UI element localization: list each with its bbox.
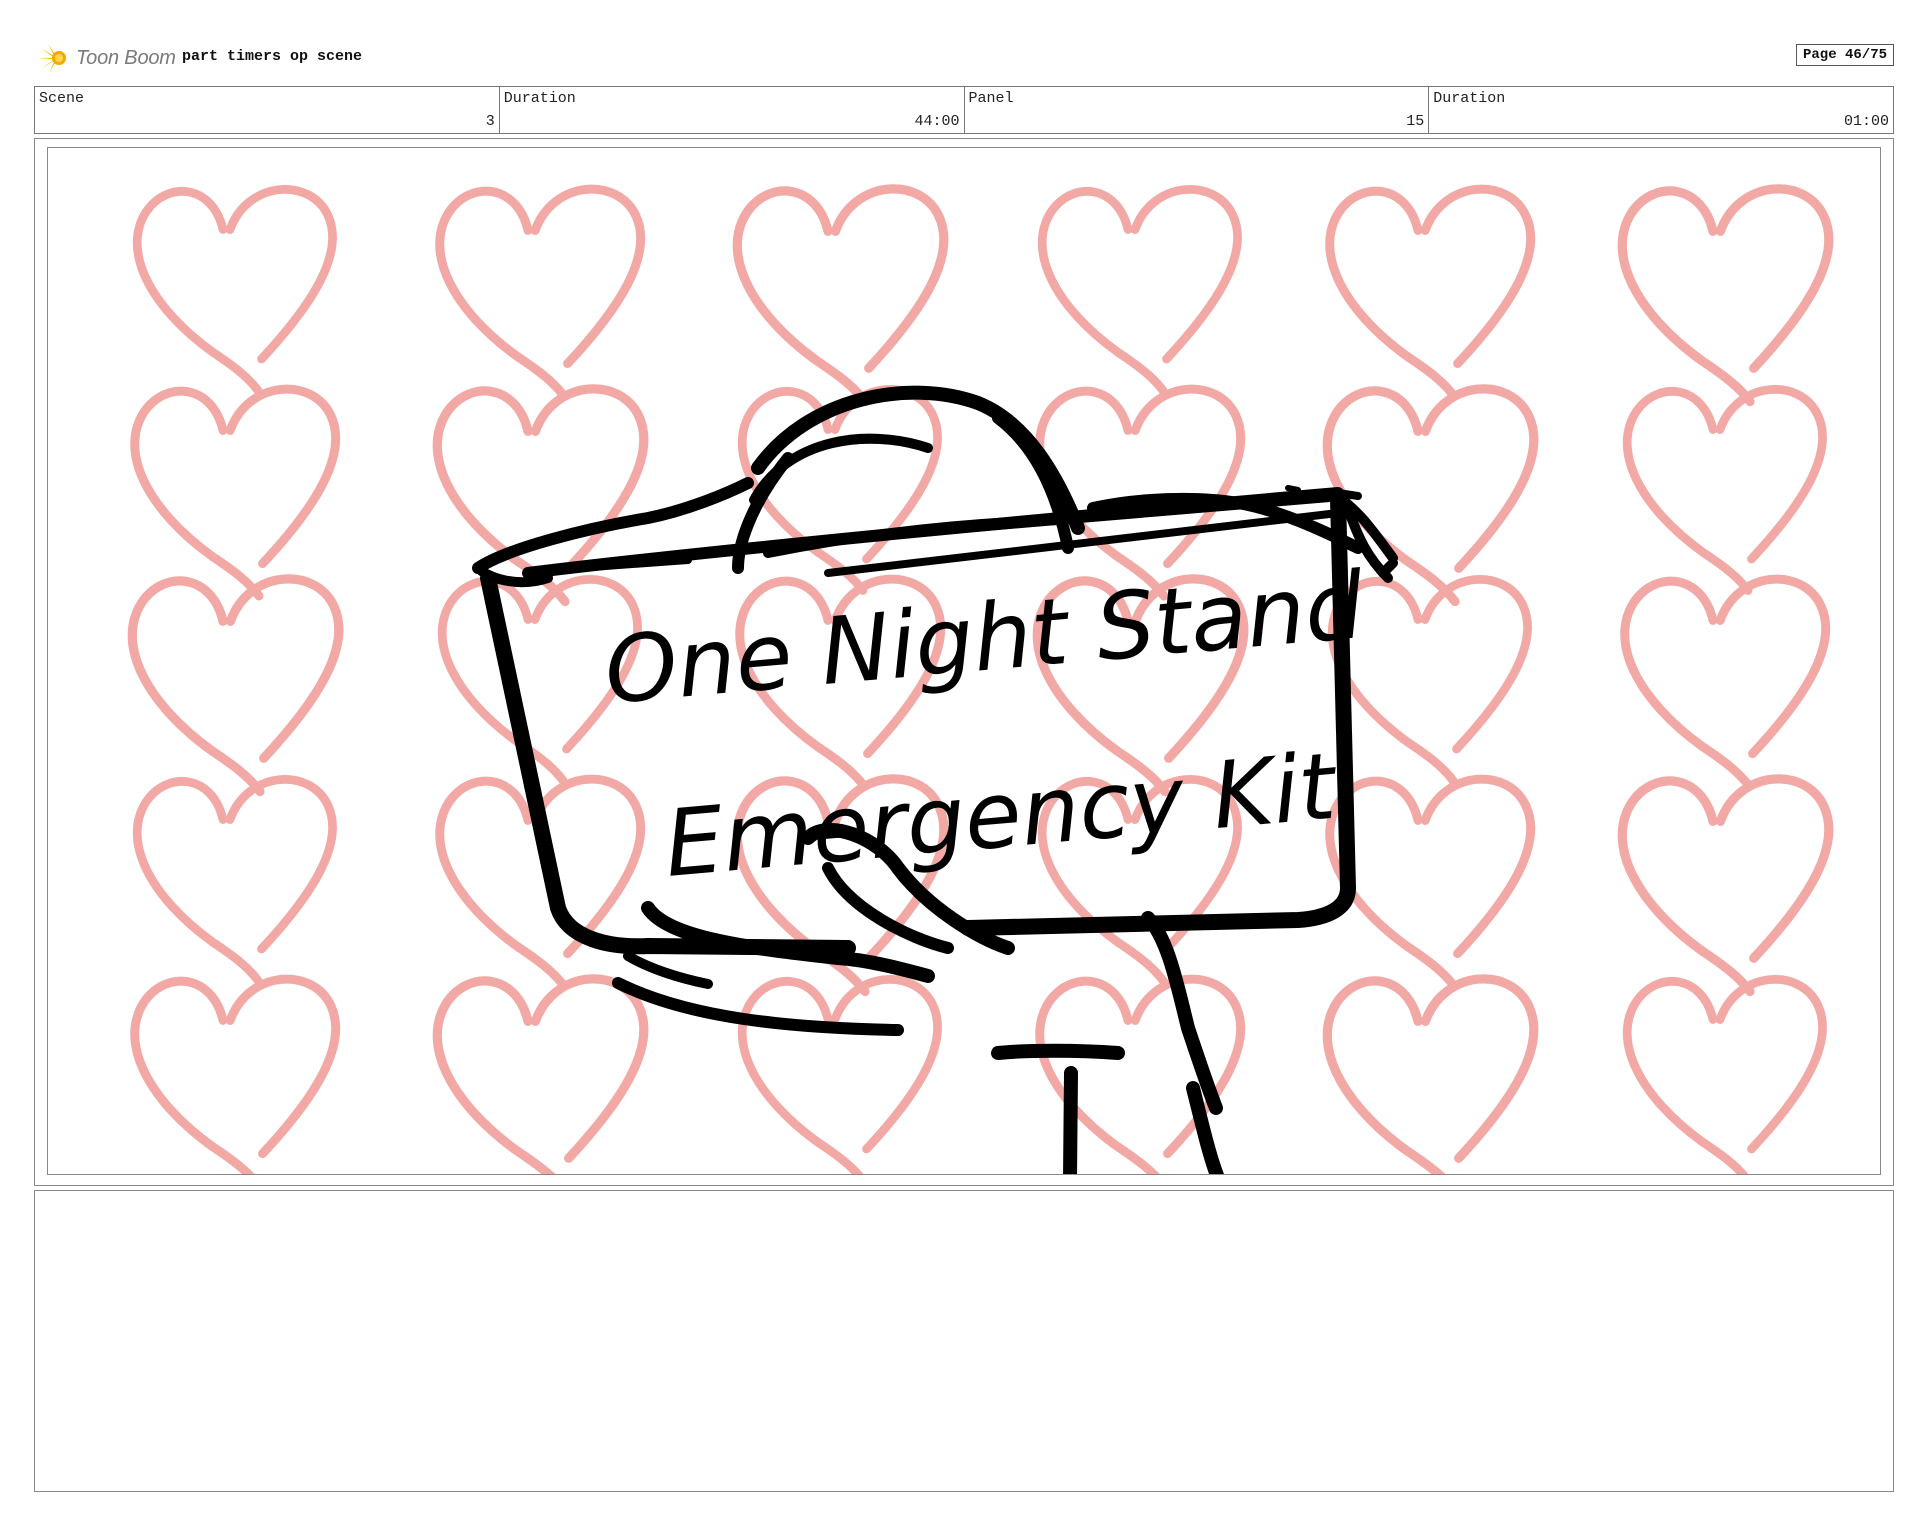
project-title: part timers op scene xyxy=(182,48,363,65)
scene-label: Scene xyxy=(39,90,85,107)
scene-duration-value: 44:00 xyxy=(914,113,960,130)
scene-duration-cell: Duration 44:00 xyxy=(500,87,965,133)
panel-frame: One Night Stand Emergency Kit xyxy=(34,138,1894,1186)
heart-doodle xyxy=(1627,389,1822,590)
kit-label-line-1: One Night Stand xyxy=(601,552,1369,725)
panel-duration-value: 01:00 xyxy=(1843,113,1889,130)
brand-name: Toon Boom xyxy=(76,46,176,69)
panel-drawing: One Night Stand Emergency Kit xyxy=(47,147,1881,1175)
scene-value: 3 xyxy=(485,113,495,130)
panel-cell: Panel 15 xyxy=(965,87,1430,133)
storyboard-header: Toon Boom part timers op scene Page 46/7… xyxy=(36,40,1894,76)
heart-doodle xyxy=(137,189,332,390)
heart-doodle xyxy=(440,189,641,396)
storyboard-sketch: One Night Stand Emergency Kit xyxy=(48,148,1881,1175)
heart-doodle xyxy=(1625,579,1826,786)
kit-label: One Night Stand Emergency Kit xyxy=(601,552,1369,898)
panel-duration-cell: Duration 01:00 xyxy=(1429,87,1893,133)
panel-value: 15 xyxy=(1406,113,1425,130)
notes-area xyxy=(34,1190,1894,1492)
scene-info-row: Scene 3 Duration 44:00 Panel 15 Duration… xyxy=(34,86,1894,134)
toon-boom-logo: Toon Boom xyxy=(36,40,176,76)
heart-doodle xyxy=(1330,189,1531,396)
heart-doodle xyxy=(1622,779,1829,992)
heart-doodle xyxy=(1330,779,1531,986)
heart-doodle xyxy=(1327,979,1534,1175)
heart-doodle xyxy=(742,979,937,1175)
heart-doodle xyxy=(137,779,332,980)
heart-doodle xyxy=(1042,189,1237,390)
starburst-icon xyxy=(38,44,66,73)
heart-doodle xyxy=(437,979,644,1175)
heart-doodle xyxy=(737,189,944,402)
scene-duration-label: Duration xyxy=(503,90,576,107)
kit-label-line-2: Emergency Kit xyxy=(661,733,1342,898)
page-indicator: Page 46/75 xyxy=(1795,44,1894,66)
panel-duration-label: Duration xyxy=(1433,90,1506,107)
scene-cell: Scene 3 xyxy=(35,87,500,133)
heart-doodle xyxy=(1627,979,1822,1175)
heart-doodle xyxy=(135,979,336,1175)
panel-label: Panel xyxy=(968,90,1014,107)
heart-doodle xyxy=(132,579,339,792)
heart-doodle xyxy=(135,389,336,596)
heart-doodle xyxy=(1622,189,1829,402)
